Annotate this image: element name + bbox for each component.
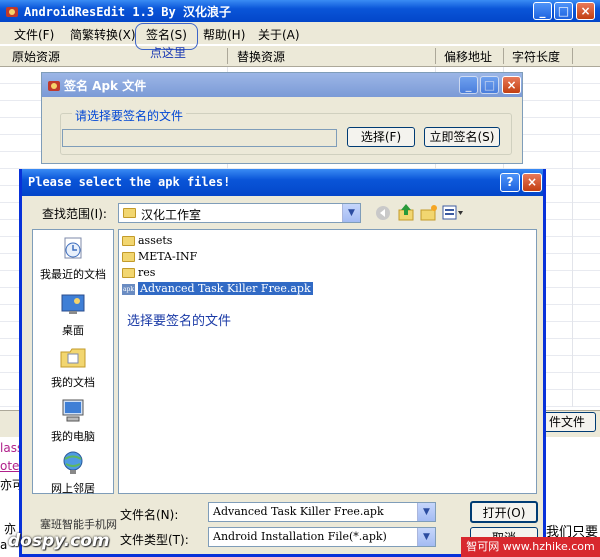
help-button[interactable]: ? [500,173,520,192]
main-title-bar[interactable]: AndroidResEdit 1.3 By 汉化浪子 _ □ × [0,0,600,22]
folder-icon [122,252,135,262]
place-my-computer[interactable]: 我的电脑 [33,398,113,444]
menu-bar: 文件(F) 简繁转换(X) 签名(S) 帮助(H) 关于(A) [0,22,600,44]
filetype-combo[interactable]: Android Installation File(*.apk) ▼ [208,527,436,547]
file-name: res [138,266,156,279]
maximize-button[interactable]: □ [554,2,573,20]
select-file-annotation: 选择要签名的文件 [127,314,232,329]
col-separator[interactable] [503,48,504,64]
up-folder-icon[interactable] [398,203,414,221]
recent-documents-icon [64,237,82,259]
list-item[interactable]: META-INF [122,250,197,265]
view-menu-icon[interactable] [442,205,464,221]
file-button[interactable]: 件文件 [538,412,596,432]
file-name: META-INF [138,250,198,263]
place-recent[interactable]: 我最近的文档 [33,236,113,282]
place-label: 我的电脑 [51,430,95,443]
folder-icon [122,268,135,278]
place-my-documents[interactable]: 我的文档 [33,344,113,390]
col-separator[interactable] [572,48,573,64]
folder-icon [122,236,135,246]
place-label: 桌面 [62,324,84,337]
list-item[interactable]: assets [122,234,172,249]
network-places-icon [63,451,83,474]
place-label: 网上邻居 [51,482,95,495]
grid-line [572,67,573,407]
file-list[interactable]: assets META-INF res apk Advanced Task Kil… [118,229,537,494]
file-name: Advanced Task Killer Free.apk [138,282,313,295]
file-dialog-title-bar[interactable]: Please select the apk files! ? × [22,169,543,196]
col-length[interactable]: 字符长度 [512,48,560,65]
look-in-combo[interactable]: 汉化工作室 ▼ [118,203,361,223]
main-close-button[interactable]: × [576,2,595,20]
place-label: 我最近的文档 [40,268,106,281]
col-replace[interactable]: 替换资源 [237,48,285,65]
file-dialog-close-button[interactable]: × [522,173,542,192]
sign-close-button[interactable]: × [502,76,521,94]
chevron-down-icon[interactable]: ▼ [417,503,435,521]
minimize-button[interactable]: _ [533,2,552,20]
menu-about[interactable]: 关于(A) [258,26,300,43]
table-header: 原始资源 替换资源 偏移地址 字符长度 [0,46,600,67]
new-folder-icon[interactable] [420,204,438,221]
main-window-title: AndroidResEdit 1.3 By 汉化浪子 [24,5,231,19]
place-desktop[interactable]: 桌面 [33,292,113,338]
sign-dialog-title: 签名 Apk 文件 [64,79,147,93]
sign-file-path-input[interactable] [62,129,337,147]
maximize-button: □ [480,76,499,94]
open-button[interactable]: 打开(O) [470,501,538,523]
col-offset[interactable]: 偏移地址 [444,48,492,65]
col-separator[interactable] [435,48,436,64]
filename-input[interactable]: Advanced Task Killer Free.apk ▼ [208,502,436,522]
filetype-value: Android Installation File(*.apk) [213,530,387,543]
watermark-text: 塞班智能手机网 [40,518,117,531]
filename-label: 文件名(N): [120,508,179,522]
look-in-label: 查找范围(I): [42,207,107,221]
filename-value: Advanced Task Killer Free.apk [213,505,384,518]
look-in-value: 汉化工作室 [141,208,202,222]
watermark-logo: dospy.com [8,531,110,551]
file-name: assets [138,234,173,247]
list-item[interactable]: res [122,266,155,281]
menu-file[interactable]: 文件(F) [14,26,54,43]
group-label: 请选择要签名的文件 [72,107,187,124]
filetype-label: 文件类型(T): [120,533,189,547]
folder-icon [123,208,136,218]
back-arrow-icon[interactable] [375,205,391,221]
places-bar: 我最近的文档 桌面 我的文档 我的电脑 网上邻居 [32,229,114,496]
place-network[interactable]: 网上邻居 [33,450,113,496]
chevron-down-icon[interactable]: ▼ [342,204,360,222]
place-label: 我的文档 [51,376,95,389]
menu-convert[interactable]: 简繁转换(X) [70,26,136,43]
col-original[interactable]: 原始资源 [12,48,60,65]
sign-now-button[interactable]: 立即签名(S) [424,127,500,147]
apk-file-icon: apk [122,283,135,295]
menu-help[interactable]: 帮助(H) [203,26,245,43]
sign-dialog-title-bar[interactable]: 签名 Apk 文件 _ □ × [42,73,522,97]
list-item-selected[interactable]: apk Advanced Task Killer Free.apk [122,282,313,297]
col-separator[interactable] [227,48,228,64]
file-dialog-title: Please select the apk files! [28,175,231,189]
chevron-down-icon[interactable]: ▼ [417,528,435,546]
choose-file-button[interactable]: 选择(F) [347,127,415,147]
app-icon [6,7,18,17]
text-fragment: a [0,538,8,552]
minimize-button: _ [459,76,478,94]
sign-apk-dialog: 签名 Apk 文件 _ □ × 请选择要签名的文件 选择(F) 立即签名(S) [41,72,523,164]
my-computer-icon [62,399,84,422]
open-file-dialog: Please select the apk files! ? × 查找范围(I)… [19,169,546,557]
app-icon [48,81,60,91]
desktop-icon [61,294,85,314]
watermark-badge: 智可网 www.hzhike.com [461,537,600,557]
my-documents-icon [60,348,86,368]
click-here-annotation: 点这里 [150,46,187,60]
